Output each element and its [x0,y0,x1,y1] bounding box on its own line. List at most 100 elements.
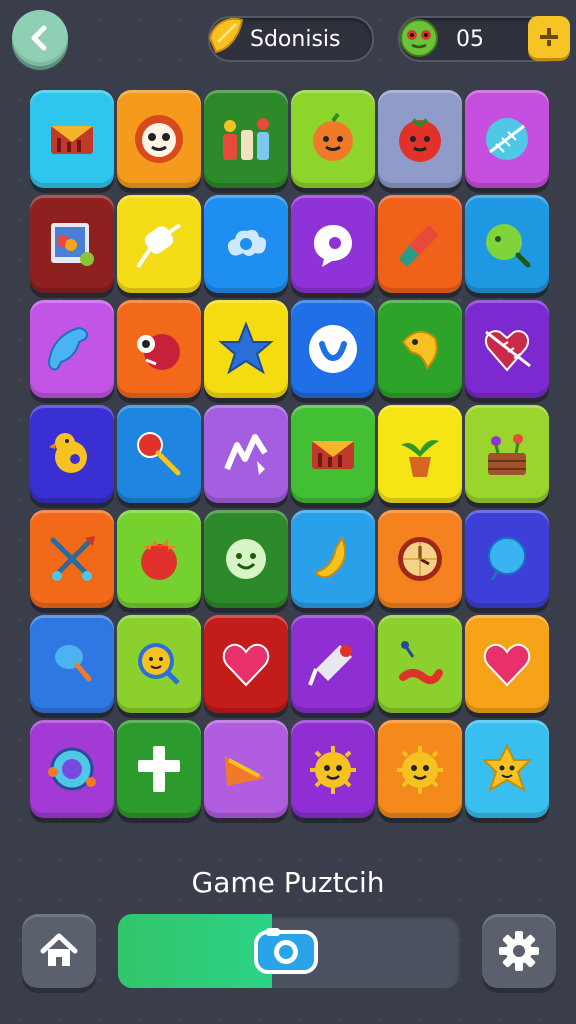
board-tile[interactable] [117,90,201,188]
back-button[interactable] [12,10,68,66]
board-tile[interactable] [378,405,462,503]
board-tile[interactable] [30,90,114,188]
board-tile[interactable] [204,510,288,608]
star-face-icon [481,743,533,793]
star-icon [218,321,274,375]
lollipop-icon [137,432,181,476]
board-tile[interactable] [465,720,549,818]
mirror-face-icon [138,643,180,685]
sun-face-icon [310,746,356,794]
score-value: 05 [456,26,484,52]
home-button[interactable] [22,914,96,988]
smiley-face-icon [226,539,266,579]
fish-icon [401,331,438,370]
phone-handset-icon [47,326,89,371]
orbit-face-icon [48,747,96,791]
board-tile[interactable] [291,510,375,608]
board-tile[interactable] [291,300,375,398]
banana-badge-icon [208,17,244,54]
ice-pop-icon [55,645,92,682]
progress-fill [118,914,272,988]
board-tile[interactable] [117,720,201,818]
lion-face-icon [135,115,183,163]
board-tile[interactable] [378,300,462,398]
board-tile[interactable] [117,615,201,713]
game-title: Game Puztcih [191,866,385,899]
worm-icon [399,641,443,685]
board-tile[interactable] [30,300,114,398]
game-board [30,90,549,818]
camera-icon[interactable] [252,924,320,978]
board-tile[interactable] [30,405,114,503]
home-icon [40,933,78,966]
board-tile[interactable] [117,510,201,608]
board-tile[interactable] [204,720,288,818]
gear-icon [499,931,539,971]
board-tile[interactable] [291,720,375,818]
board-tile[interactable] [117,405,201,503]
board-tile[interactable] [30,615,114,713]
envelope-icon [51,126,93,154]
envelope-icon [312,441,354,469]
board-tile[interactable] [378,615,462,713]
heart-badge-icon [309,325,357,373]
board-tile[interactable] [204,405,288,503]
cross-icon [138,746,180,792]
board-tile[interactable] [204,90,288,188]
board-tile[interactable] [291,90,375,188]
flower-basket-icon [488,434,526,475]
score-pill: 05 [398,16,570,62]
board-tile[interactable] [117,195,201,293]
red-berry-icon [141,538,178,580]
board-tile[interactable] [465,90,549,188]
green-ball-icon [486,224,531,268]
board-tile[interactable] [204,195,288,293]
player-name: Sdonisis [250,26,341,52]
board-tile[interactable] [465,405,549,503]
board-tile[interactable] [291,195,375,293]
paintbrush-icon [399,225,439,267]
green-monster-icon [400,19,438,57]
leaf-ball-icon [486,118,528,160]
cheese-icon [225,756,265,786]
board-tile[interactable] [204,300,288,398]
photo-icon [51,223,94,266]
bell-icon [308,645,352,686]
orange-face-icon [313,112,353,161]
plus-icon [540,28,558,46]
sun-face-icon [397,746,443,794]
tomato-face-icon [399,118,441,162]
clock-icon [398,537,442,581]
monster-icon [137,334,180,370]
board-tile[interactable] [30,195,114,293]
balloon-icon [488,537,526,581]
board-tile[interactable] [378,510,462,608]
board-tile[interactable] [378,90,462,188]
settings-button[interactable] [482,914,556,988]
heart-icon [483,643,531,687]
board-tile[interactable] [378,195,462,293]
duck-icon [49,433,87,473]
board-tile[interactable] [378,720,462,818]
peaks-icon [224,434,268,475]
board-tile[interactable] [465,195,549,293]
banana-icon [314,535,346,579]
board-tile[interactable] [465,615,549,713]
board-tile[interactable] [204,615,288,713]
board-tile[interactable] [465,510,549,608]
heart-icon [222,643,270,687]
add-coins-button[interactable] [528,16,570,58]
board-tile[interactable] [117,300,201,398]
chat-bubble-icon [314,225,352,267]
cloud-icon [227,229,267,256]
marshmallow-stick-icon [136,223,182,269]
board-tile[interactable] [30,720,114,818]
crossed-swords-icon [50,536,95,581]
arrow-heart-icon [484,330,531,372]
board-tile[interactable] [30,510,114,608]
board-tile[interactable] [291,405,375,503]
board-tile[interactable] [291,615,375,713]
chevron-left-icon [31,25,47,51]
board-tile[interactable] [465,300,549,398]
player-name-pill: Sdonisis [208,16,374,62]
